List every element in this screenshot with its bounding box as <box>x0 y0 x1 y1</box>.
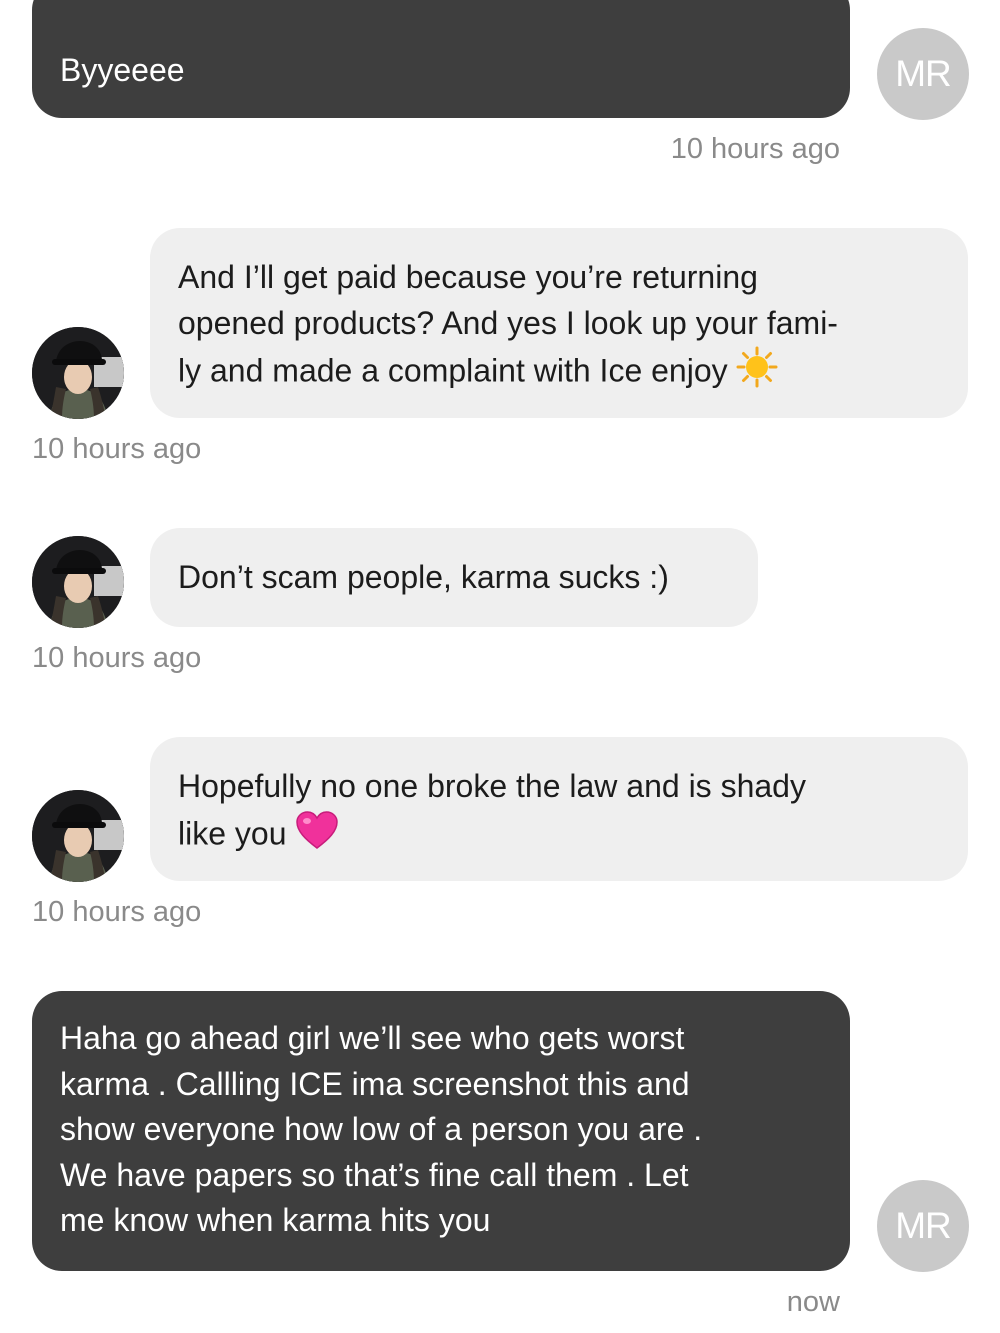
message-thread: Byyeeee MR 10 hours ago And I’ll get pai… <box>0 0 1000 1333</box>
message-line: We have papers so that’s fine call them … <box>60 1156 689 1193</box>
profile-photo-icon <box>32 327 124 419</box>
pink-heart-emoji-icon <box>295 810 339 863</box>
avatar[interactable] <box>32 327 124 419</box>
message-timestamp: 10 hours ago <box>670 133 840 165</box>
avatar[interactable]: MR <box>877 28 969 120</box>
message-timestamp: now <box>786 1286 840 1318</box>
message-text: like you <box>178 815 287 852</box>
avatar[interactable] <box>32 790 124 882</box>
message-bubble-incoming[interactable]: Don’t scam people, karma sucks :) <box>150 528 758 627</box>
avatar[interactable]: MR <box>877 1180 969 1272</box>
message-line: And I’ll get paid because you’re returni… <box>178 259 758 295</box>
message-line: Haha go ahead girl we’ll see who gets wo… <box>60 1020 685 1056</box>
profile-photo-icon <box>32 790 124 882</box>
message-text: Byyeeee <box>60 52 185 88</box>
message-bubble-incoming[interactable]: And I’ll get paid because you’re returni… <box>150 228 968 418</box>
message-text: ly and made a complaint with Ice enjoy <box>178 352 728 389</box>
message-text: Don’t scam people, karma sucks :) <box>178 559 669 595</box>
avatar-initials: MR <box>895 53 952 94</box>
message-timestamp: 10 hours ago <box>32 433 202 465</box>
message-line: Hopefully no one broke the law and is sh… <box>178 768 806 804</box>
message-bubble-outgoing[interactable]: Byyeeee <box>32 0 850 118</box>
sun-emoji-icon <box>736 346 778 401</box>
avatar[interactable] <box>32 536 124 628</box>
profile-photo-icon <box>32 536 124 628</box>
message-line: show everyone how low of a person you ar… <box>60 1111 703 1147</box>
message-bubble-outgoing[interactable]: Haha go ahead girl we’ll see who gets wo… <box>32 991 850 1271</box>
message-line: like you <box>178 810 940 863</box>
message-timestamp: 10 hours ago <box>32 642 202 674</box>
message-bubble-incoming[interactable]: Hopefully no one broke the law and is sh… <box>150 737 968 881</box>
message-line: ly and made a complaint with Ice enjoy <box>178 346 940 401</box>
message-line: me know when karma hits you <box>60 1202 491 1238</box>
avatar-initials: MR <box>895 1205 952 1246</box>
message-timestamp: 10 hours ago <box>32 896 202 928</box>
message-line: karma . Callling ICE ima screenshot this… <box>60 1065 690 1102</box>
message-line: opened products? And yes I look up your … <box>178 304 838 341</box>
